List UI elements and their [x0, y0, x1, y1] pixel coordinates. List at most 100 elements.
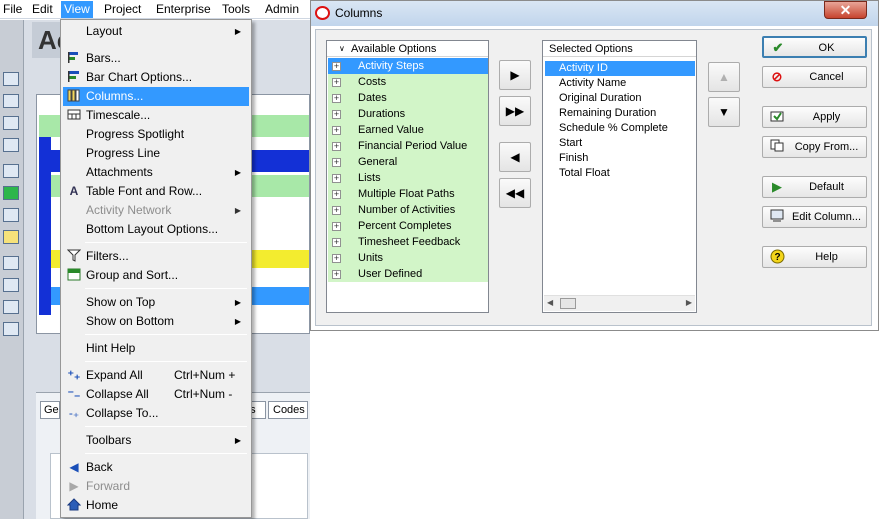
available-option-item[interactable]: + Dates [328, 90, 488, 106]
available-option-item[interactable]: + User Defined [328, 266, 488, 282]
available-option-item[interactable]: + Financial Period Value [328, 138, 488, 154]
expand-plus-icon[interactable]: + [332, 254, 341, 263]
menu-item-layout[interactable]: Layout ▶ [63, 22, 249, 41]
menu-item-progress-line[interactable]: Progress Line [63, 144, 249, 163]
menu-item-filters[interactable]: Filters... [63, 247, 249, 266]
menu-item-columns[interactable]: Columns... [63, 87, 249, 106]
available-option-item[interactable]: + Units [328, 250, 488, 266]
expand-plus-icon[interactable]: + [332, 78, 341, 87]
selected-option-item[interactable]: Remaining Duration [545, 106, 695, 121]
ok-button[interactable]: ✔ OK [762, 36, 867, 58]
menu-edit[interactable]: Edit [29, 1, 56, 18]
expand-plus-icon[interactable]: + [332, 222, 341, 231]
tab-codes[interactable]: Codes [268, 401, 308, 419]
menu-item-bottom-layout-options[interactable]: Bottom Layout Options... [63, 220, 249, 239]
cancel-button[interactable]: ⊘ Cancel [762, 66, 867, 88]
available-option-item[interactable]: + Earned Value [328, 122, 488, 138]
menu-file[interactable]: File [0, 1, 25, 18]
expand-plus-icon[interactable]: + [332, 142, 341, 151]
menu-admin[interactable]: Admin [262, 1, 302, 18]
move-down-button[interactable]: ▼ [708, 97, 740, 127]
expand-plus-icon[interactable]: + [332, 190, 341, 199]
menu-tools[interactable]: Tools [219, 1, 253, 18]
menu-item-progress-spotlight[interactable]: Progress Spotlight [63, 125, 249, 144]
available-option-item[interactable]: + Costs [328, 74, 488, 90]
toolbar-icon[interactable] [3, 300, 19, 314]
add-all-button[interactable]: ▶▶ [499, 96, 531, 126]
available-option-item[interactable]: + General [328, 154, 488, 170]
menu-item-bars[interactable]: Bars... [63, 49, 249, 68]
scroll-right-icon[interactable]: ▶ [686, 298, 692, 307]
toolbar-icon[interactable] [3, 72, 19, 86]
expand-plus-icon[interactable]: + [332, 206, 341, 215]
menu-item-bar-chart-options[interactable]: Bar Chart Options... [63, 68, 249, 87]
toolbar-icon[interactable] [3, 164, 19, 178]
expand-plus-icon[interactable]: + [332, 158, 341, 167]
toolbar-icon[interactable] [3, 278, 19, 292]
menu-item-toolbars[interactable]: Toolbars ▶ [63, 431, 249, 450]
selected-option-item[interactable]: Original Duration [545, 91, 695, 106]
toolbar-icon[interactable] [3, 322, 19, 336]
toolbar-icon[interactable] [3, 256, 19, 270]
available-options-list[interactable]: ∨ Available Options + Activity Steps + Costs… [326, 40, 489, 313]
dialog-titlebar[interactable]: Columns ✕ [311, 1, 878, 26]
expand-plus-icon[interactable]: + [332, 238, 341, 247]
expand-plus-icon[interactable]: + [332, 174, 341, 183]
menu-item-table-font-row[interactable]: A Table Font and Row... [63, 182, 249, 201]
menu-item-back[interactable]: ◀ Back [63, 458, 249, 477]
toolbar-icon[interactable] [3, 94, 19, 108]
toolbar-icon[interactable] [3, 230, 19, 244]
menu-item-attachments[interactable]: Attachments ▶ [63, 163, 249, 182]
expand-plus-icon[interactable]: + [332, 110, 341, 119]
horizontal-scrollbar[interactable]: ◀ ▶ [544, 295, 695, 311]
available-option-item[interactable]: + Percent Completes [328, 218, 488, 234]
menu-item-home[interactable]: Home [63, 496, 249, 515]
edit-column-button[interactable]: Edit Column... [762, 206, 867, 228]
toolbar-icon[interactable] [3, 138, 19, 152]
menu-item-show-on-top[interactable]: Show on Top ▶ [63, 293, 249, 312]
remove-all-button[interactable]: ◀◀ [499, 178, 531, 208]
menu-item-collapse-to[interactable]: -₊ Collapse To... [63, 404, 249, 423]
available-option-item[interactable]: + Multiple Float Paths [328, 186, 488, 202]
selected-options-list[interactable]: Selected Options Activity ID Activity Nam… [542, 40, 697, 313]
available-option-item[interactable]: + Number of Activities [328, 202, 488, 218]
default-button[interactable]: ▶ Default [762, 176, 867, 198]
close-button[interactable]: ✕ [824, 1, 867, 19]
menu-view[interactable]: View [61, 1, 93, 18]
remove-button[interactable]: ◀ [499, 142, 531, 172]
apply-button[interactable]: Apply [762, 106, 867, 128]
selected-option-item[interactable]: Schedule % Complete [545, 121, 695, 136]
expand-plus-icon[interactable]: + [332, 94, 341, 103]
menu-item-collapse-all[interactable]: ⁻₋ Collapse All Ctrl+Num - [63, 385, 249, 404]
menu-item-hint-help[interactable]: Hint Help [63, 339, 249, 358]
available-option-item[interactable]: + Timesheet Feedback [328, 234, 488, 250]
expand-plus-icon[interactable]: + [332, 62, 341, 71]
available-option-item[interactable]: + Activity Steps [328, 58, 488, 74]
selected-option-item[interactable]: Activity Name [545, 76, 695, 91]
menu-item-show-on-bottom[interactable]: Show on Bottom ▶ [63, 312, 249, 331]
available-option-item[interactable]: + Durations [328, 106, 488, 122]
selected-option-item[interactable]: Activity ID [545, 61, 695, 76]
selected-option-item[interactable]: Total Float [545, 166, 695, 181]
selected-option-item[interactable]: Finish [545, 151, 695, 166]
toolbar-icon[interactable] [3, 116, 19, 130]
toolbar-icon[interactable] [3, 208, 19, 222]
available-option-item[interactable]: + Lists [328, 170, 488, 186]
menu-project[interactable]: Project [101, 1, 144, 18]
selected-option-item[interactable]: Start [545, 136, 695, 151]
available-options-header[interactable]: ∨ Available Options [327, 41, 488, 57]
timescale-icon [66, 108, 82, 123]
copy-from-button[interactable]: Copy From... [762, 136, 867, 158]
scroll-thumb[interactable] [560, 298, 576, 309]
expand-plus-icon[interactable]: + [332, 126, 341, 135]
menu-enterprise[interactable]: Enterprise [153, 1, 214, 18]
menu-item-expand-all[interactable]: ⁺₊ Expand All Ctrl+Num + [63, 366, 249, 385]
help-button[interactable]: ? Help [762, 246, 867, 268]
toolbar-icon[interactable] [3, 186, 19, 200]
menu-item-timescale[interactable]: Timescale... [63, 106, 249, 125]
menu-item-group-sort[interactable]: Group and Sort... [63, 266, 249, 285]
add-button[interactable]: ▶ [499, 60, 531, 90]
expand-plus-icon[interactable]: + [332, 270, 341, 279]
tab-general[interactable]: Ge [40, 401, 60, 419]
scroll-left-icon[interactable]: ◀ [547, 298, 553, 307]
